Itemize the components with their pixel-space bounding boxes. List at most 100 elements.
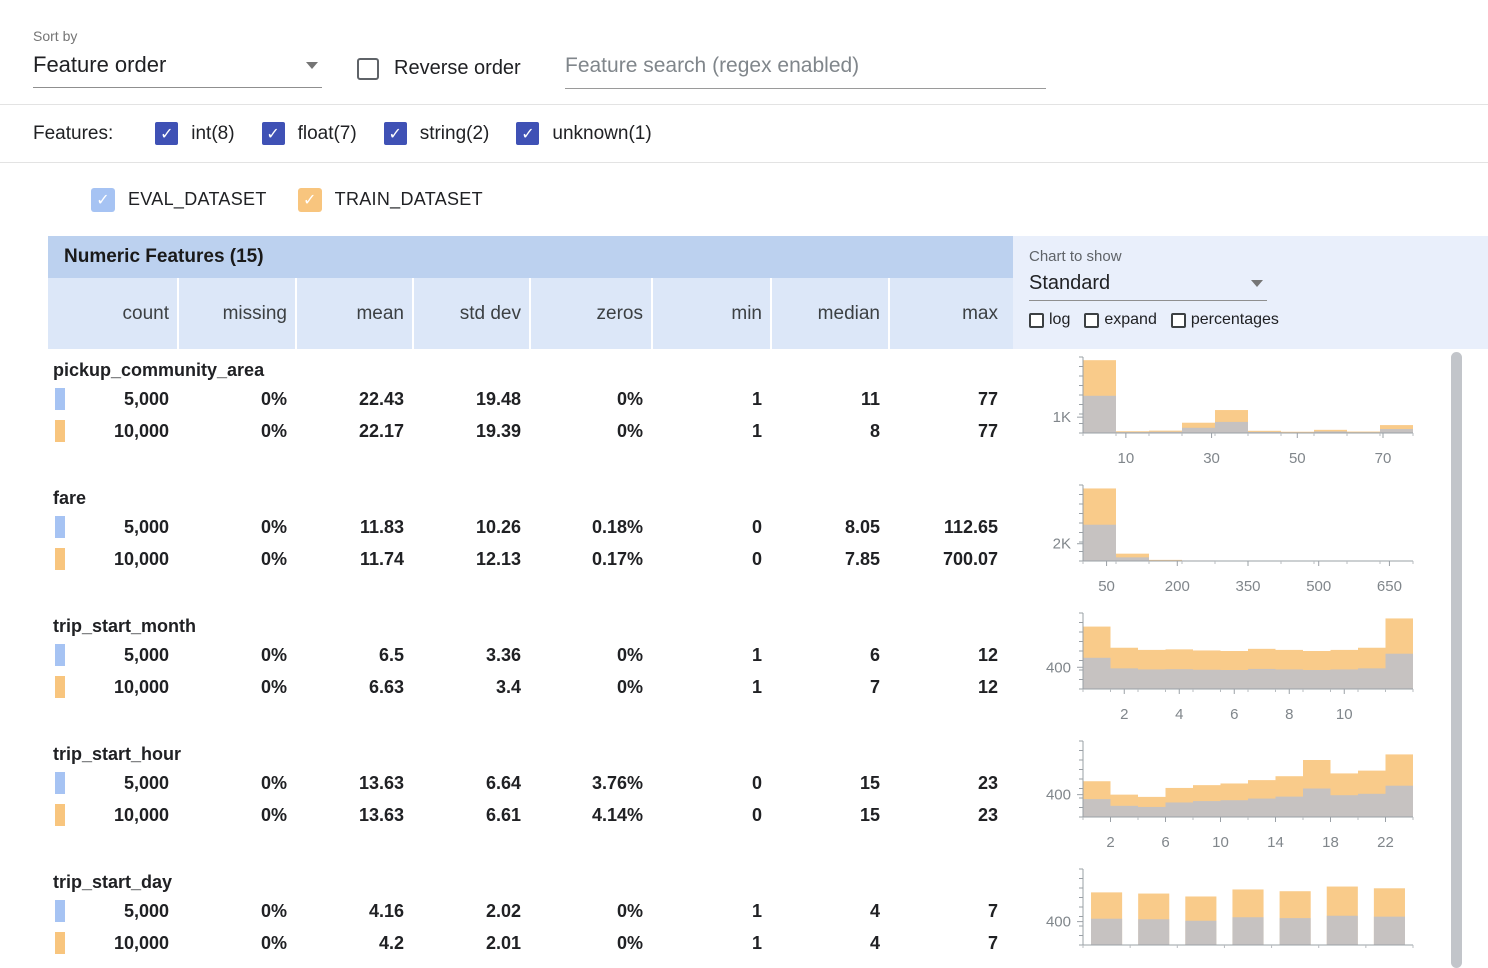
- expand-toggle[interactable]: expand: [1084, 311, 1157, 329]
- eval-dataset-checkbox[interactable]: [91, 188, 115, 212]
- stat-value: 12: [888, 671, 1006, 703]
- feature-row: pickup_community_area 5,0000%22.4319.480…: [48, 349, 1488, 477]
- svg-text:10: 10: [1336, 706, 1353, 723]
- stat-value: 1: [651, 415, 770, 447]
- chevron-down-icon: [306, 62, 318, 69]
- stat-value: 23: [888, 767, 1006, 799]
- feature-chart: 246810400: [1013, 605, 1488, 733]
- stat-value: 6.63: [295, 671, 412, 703]
- legend-eval-dataset[interactable]: EVAL_DATASET: [91, 188, 267, 212]
- toolbar: Sort by Feature order Reverse order: [0, 0, 1488, 105]
- eval-swatch: [55, 644, 65, 666]
- unknown-checkbox[interactable]: [516, 122, 539, 145]
- chart-type-select[interactable]: Standard: [1029, 265, 1267, 301]
- filter-int[interactable]: int(8): [155, 122, 234, 145]
- filter-unknown[interactable]: unknown(1): [516, 122, 651, 145]
- stat-value: 0%: [529, 383, 651, 415]
- feature-name: trip_start_hour: [48, 741, 1013, 767]
- column-header-row: count missing mean std dev zeros min med…: [48, 278, 1013, 349]
- stat-value: 1: [651, 383, 770, 415]
- feature-histogram[interactable]: 400: [1013, 865, 1433, 968]
- svg-text:10: 10: [1212, 834, 1229, 851]
- stat-value: 4: [770, 895, 888, 927]
- facets-overview-page: Sort by Feature order Reverse order Feat…: [0, 0, 1488, 968]
- feature-histogram[interactable]: 103050701K: [1013, 353, 1433, 471]
- feature-name: trip_start_month: [48, 613, 1013, 639]
- stat-value: 22.43: [295, 383, 412, 415]
- feature-histogram[interactable]: 2610141822400: [1013, 737, 1433, 855]
- expand-checkbox[interactable]: [1084, 313, 1099, 328]
- stat-value: 0%: [177, 767, 295, 799]
- stat-value: 0%: [177, 671, 295, 703]
- svg-text:22: 22: [1377, 834, 1394, 851]
- train-dataset-checkbox[interactable]: [298, 188, 322, 212]
- stat-value: 0%: [529, 927, 651, 959]
- stat-value: 4.16: [295, 895, 412, 927]
- sort-by-select[interactable]: Feature order: [33, 44, 322, 88]
- svg-text:14: 14: [1267, 834, 1284, 851]
- svg-text:2K: 2K: [1053, 536, 1071, 553]
- feature-name: trip_start_day: [48, 869, 1013, 895]
- feature-stats: trip_start_day 5,0000%4.162.020%147 10,0…: [48, 861, 1013, 968]
- stat-value: 19.39: [412, 415, 529, 447]
- feature-stats: pickup_community_area 5,0000%22.4319.480…: [48, 349, 1013, 477]
- int-checkbox[interactable]: [155, 122, 178, 145]
- feature-name: fare: [48, 485, 1013, 511]
- percentages-toggle[interactable]: percentages: [1171, 311, 1279, 329]
- reverse-order-label: Reverse order: [394, 57, 521, 80]
- feature-row: fare 5,0000%11.8310.260.18%08.05112.65 1…: [48, 477, 1488, 605]
- filter-string[interactable]: string(2): [384, 122, 490, 145]
- percentages-checkbox[interactable]: [1171, 313, 1186, 328]
- train-stats-row: 10,0000%11.7412.130.17%07.85700.07: [48, 543, 1013, 575]
- filter-float[interactable]: float(7): [262, 122, 357, 145]
- chevron-down-icon: [1251, 280, 1263, 287]
- legend-train-dataset[interactable]: TRAIN_DATASET: [298, 188, 483, 212]
- svg-text:1K: 1K: [1053, 409, 1071, 426]
- col-header-stddev: std dev: [412, 278, 529, 349]
- col-header-mean: mean: [295, 278, 412, 349]
- col-header-min: min: [651, 278, 770, 349]
- stat-value: 4.14%: [529, 799, 651, 831]
- col-header-count: count: [48, 278, 177, 349]
- stat-value: 112.65: [888, 511, 1006, 543]
- log-checkbox[interactable]: [1029, 313, 1044, 328]
- eval-dataset-label: EVAL_DATASET: [128, 189, 267, 210]
- feature-histogram[interactable]: 246810400: [1013, 609, 1433, 727]
- stat-value: 0: [651, 767, 770, 799]
- vertical-scrollbar[interactable]: [1451, 352, 1462, 968]
- stat-value: 0%: [177, 415, 295, 447]
- feature-histogram[interactable]: 502003505006502K: [1013, 481, 1433, 599]
- sort-by-label: Sort by: [33, 28, 322, 44]
- stat-value: 7.85: [770, 543, 888, 575]
- col-header-missing: missing: [177, 278, 295, 349]
- int-label: int(8): [191, 123, 234, 145]
- log-toggle[interactable]: log: [1029, 311, 1070, 329]
- stat-value: 8: [770, 415, 888, 447]
- stat-value: 5,000: [48, 767, 177, 799]
- float-checkbox[interactable]: [262, 122, 285, 145]
- stat-value: 10,000: [48, 927, 177, 959]
- train-swatch: [55, 804, 65, 826]
- eval-swatch: [55, 900, 65, 922]
- search-input[interactable]: [565, 50, 1046, 89]
- svg-text:650: 650: [1377, 578, 1402, 595]
- feature-chart: 400: [1013, 861, 1488, 968]
- table-header: Numeric Features (15) count missing mean…: [48, 236, 1488, 349]
- stat-value: 0%: [529, 895, 651, 927]
- string-checkbox[interactable]: [384, 122, 407, 145]
- stat-value: 8.05: [770, 511, 888, 543]
- reverse-order-control: Reverse order: [357, 57, 521, 80]
- feature-chart: 103050701K: [1013, 349, 1488, 477]
- stat-value: 3.4: [412, 671, 529, 703]
- eval-swatch: [55, 516, 65, 538]
- stat-value: 0: [651, 511, 770, 543]
- stat-value: 0%: [529, 415, 651, 447]
- string-label: string(2): [420, 123, 490, 145]
- eval-swatch: [55, 388, 65, 410]
- stat-value: 15: [770, 767, 888, 799]
- reverse-order-checkbox[interactable]: [357, 58, 379, 80]
- chart-to-show-label: Chart to show: [1029, 248, 1488, 265]
- stat-value: 5,000: [48, 639, 177, 671]
- stat-value: 1: [651, 639, 770, 671]
- train-swatch: [55, 548, 65, 570]
